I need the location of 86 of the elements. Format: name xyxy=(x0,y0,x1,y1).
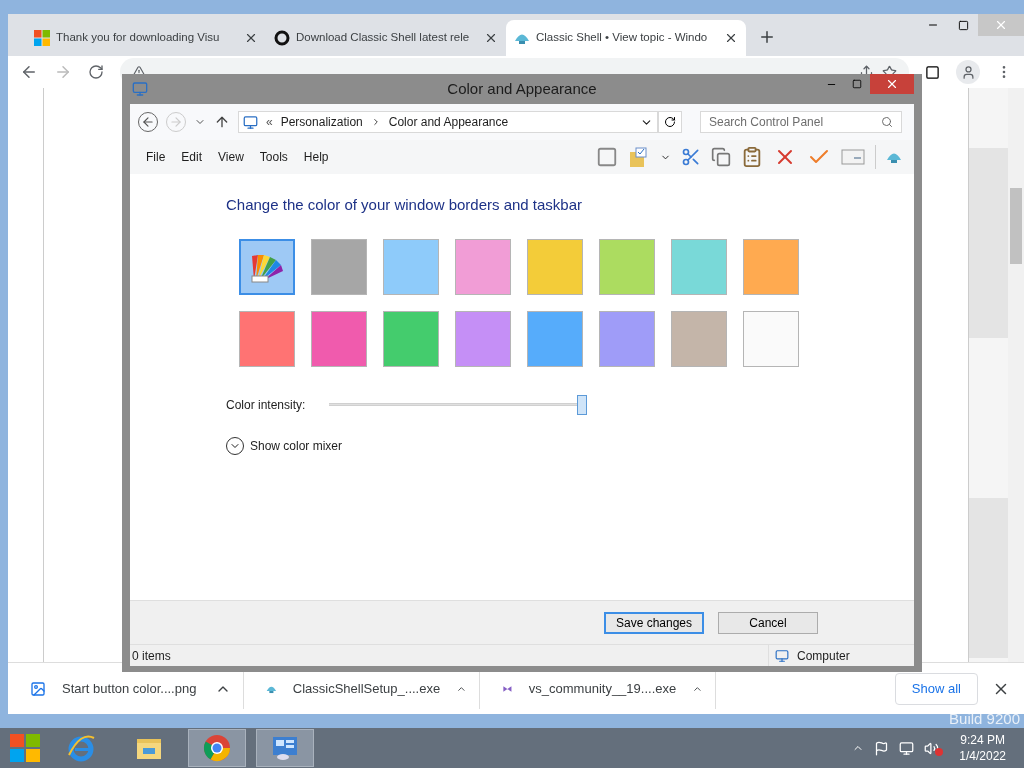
menu-item[interactable]: Tools xyxy=(251,148,296,166)
back-icon[interactable] xyxy=(20,63,38,81)
reload-icon[interactable] xyxy=(88,64,104,80)
network-icon[interactable] xyxy=(899,740,915,756)
forward-icon[interactable] xyxy=(54,63,72,81)
color-swatch[interactable] xyxy=(599,310,655,367)
show-color-mixer-toggle[interactable]: Show color mixer xyxy=(226,436,343,455)
browser-tab[interactable]: Download Classic Shell latest rele xyxy=(266,20,506,56)
menu-item[interactable]: Edit xyxy=(173,148,211,166)
dialog-button[interactable]: Cancel xyxy=(718,611,818,634)
clipboard-icon[interactable] xyxy=(741,146,763,168)
color-swatch[interactable] xyxy=(599,238,655,295)
maximize-icon[interactable] xyxy=(957,19,969,31)
window-title: Color and Appearance xyxy=(447,78,597,99)
build-watermark: Build 9200 xyxy=(949,709,1020,729)
color-swatch[interactable] xyxy=(311,238,367,295)
color-swatch[interactable] xyxy=(743,310,799,367)
breadcrumb-item[interactable]: Color and Appearance xyxy=(388,113,509,131)
computer-icon xyxy=(775,648,789,663)
chrome-icon xyxy=(202,733,232,763)
muted-speaker-icon[interactable] xyxy=(924,740,940,756)
card-icon[interactable] xyxy=(841,148,865,166)
browser-tab[interactable]: Classic Shell • View topic - Windo xyxy=(506,20,746,56)
page-heading: Change the color of your window borders and taskbar xyxy=(226,195,584,215)
status-zone: Computer xyxy=(797,647,850,665)
color-swatch[interactable] xyxy=(455,310,511,367)
color-swatch[interactable] xyxy=(455,238,511,295)
search-field[interactable]: Search Control Panel xyxy=(700,111,902,133)
search-icon[interactable] xyxy=(881,116,893,128)
dialog-button[interactable]: Save changes xyxy=(604,611,704,634)
breadcrumb-item[interactable]: Personalization xyxy=(280,113,363,131)
file-name: vs_community__19....exe xyxy=(528,679,677,698)
intensity-label: Color intensity: xyxy=(226,396,307,414)
copy-icon[interactable] xyxy=(711,147,731,167)
refresh-button[interactable] xyxy=(658,111,682,133)
file-name: Start button color....png xyxy=(62,679,198,698)
image-icon xyxy=(30,680,46,697)
scissors-icon[interactable] xyxy=(681,147,701,167)
new-tab-icon[interactable] xyxy=(758,28,776,46)
windows-logo-icon xyxy=(34,30,50,46)
intensity-slider[interactable] xyxy=(329,394,587,415)
browser-tab[interactable]: Thank you for downloading Visu xyxy=(26,20,266,56)
search-placeholder: Search Control Panel xyxy=(709,114,825,131)
tab-title: Classic Shell • View topic - Windo xyxy=(536,30,709,46)
clock-date[interactable]: 1/4/2022 xyxy=(959,748,1006,764)
profile-icon[interactable] xyxy=(956,60,980,84)
slider-thumb[interactable] xyxy=(577,394,587,415)
color-swatch[interactable] xyxy=(239,238,295,295)
color-swatch[interactable] xyxy=(383,310,439,367)
tab-title: Thank you for downloading Visu xyxy=(56,30,221,46)
refresh-icon[interactable] xyxy=(664,116,676,128)
mixer-label[interactable]: Show color mixer xyxy=(250,436,343,455)
color-swatch[interactable] xyxy=(383,238,439,295)
overflow-chevrons[interactable]: « xyxy=(266,113,273,131)
browser-e-icon xyxy=(66,733,96,763)
taskbar-app[interactable] xyxy=(256,729,314,767)
up-icon[interactable] xyxy=(214,114,230,130)
scrollbar[interactable] xyxy=(1008,88,1024,662)
menu-item[interactable]: Help xyxy=(295,148,337,166)
control-panel-icon xyxy=(243,114,258,130)
tab-title: Download Classic Shell latest rele xyxy=(296,30,471,46)
ring-icon xyxy=(274,30,290,46)
close-icon[interactable] xyxy=(244,31,258,45)
color-swatch[interactable] xyxy=(527,238,583,295)
color-swatch[interactable] xyxy=(311,310,367,367)
menu-item[interactable]: File xyxy=(138,148,174,166)
color-swatch[interactable] xyxy=(671,310,727,367)
menu-item[interactable]: View xyxy=(210,148,252,166)
close-icon[interactable] xyxy=(484,31,498,45)
clock-time[interactable]: 9:24 PM xyxy=(960,732,1005,748)
color-swatch[interactable] xyxy=(527,310,583,367)
extension-icon[interactable] xyxy=(925,64,940,80)
color-swatch[interactable] xyxy=(743,238,799,295)
color-swatch[interactable] xyxy=(671,238,727,295)
breadcrumb-bar[interactable]: « Personalization Color and Appearance xyxy=(238,111,658,133)
taskbar-app[interactable] xyxy=(188,729,246,767)
file-name: ClassicShellSetup_....exe xyxy=(292,679,441,698)
color-swatch[interactable] xyxy=(239,310,295,367)
folder-check-icon[interactable] xyxy=(628,146,650,168)
status-items: 0 items xyxy=(131,647,172,665)
close-icon[interactable] xyxy=(885,77,899,91)
start-button[interactable] xyxy=(8,732,42,764)
window-icon xyxy=(132,81,148,97)
flag-icon[interactable] xyxy=(874,740,890,756)
close-icon[interactable] xyxy=(724,31,738,45)
layout-pane-icon[interactable] xyxy=(596,146,618,168)
